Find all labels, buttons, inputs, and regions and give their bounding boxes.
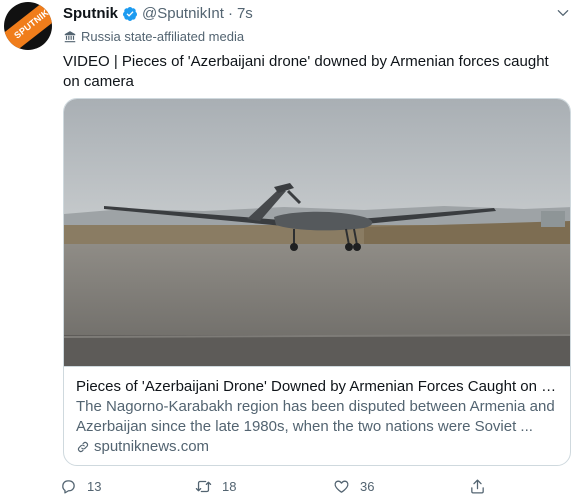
state-media-label[interactable]: Russia state-affiliated media: [63, 29, 244, 44]
tweet-header: Sputnik @SputnikInt · 7s: [63, 4, 253, 24]
retweet-button[interactable]: 18: [195, 478, 236, 495]
drone-photo: [64, 99, 570, 366]
link-card[interactable]: Pieces of 'Azerbaijani Drone' Downed by …: [63, 98, 571, 466]
user-handle[interactable]: @SputnikInt: [142, 4, 224, 24]
tweet-text: VIDEO | Pieces of 'Azerbaijani drone' do…: [63, 53, 549, 90]
card-description: The Nagorno-Karabakh region has been dis…: [76, 398, 555, 435]
caret-icon: [557, 10, 569, 16]
separator-dot: ·: [227, 5, 233, 22]
display-name[interactable]: Sputnik: [63, 4, 118, 24]
reply-button[interactable]: 13: [60, 478, 101, 495]
timestamp[interactable]: 7s: [237, 4, 253, 24]
like-count: 36: [360, 479, 375, 494]
card-title: Pieces of 'Azerbaijani Drone' Downed by …: [76, 378, 560, 395]
more-options-button[interactable]: [553, 4, 573, 22]
like-button[interactable]: 36: [333, 478, 374, 495]
link-icon: [77, 441, 89, 453]
avatar[interactable]: SPUTNIK: [4, 2, 52, 50]
card-image[interactable]: [64, 99, 570, 366]
reply-icon: [62, 480, 75, 494]
retweet-count: 18: [222, 479, 237, 494]
flag-icon: [64, 30, 76, 42]
card-domain-text: sputniknews.com: [94, 438, 210, 455]
share-button[interactable]: [469, 478, 486, 495]
reply-count: 13: [87, 479, 102, 494]
state-media-label-text: Russia state-affiliated media: [81, 29, 245, 44]
verified-icon: [123, 7, 138, 21]
retweet-icon: [195, 480, 212, 493]
tweet-actions: 13 18 36: [60, 478, 490, 498]
share-icon: [471, 479, 484, 494]
card-info[interactable]: Pieces of 'Azerbaijani Drone' Downed by …: [64, 366, 570, 465]
card-domain: sputniknews.com: [76, 437, 560, 457]
like-icon: [334, 480, 349, 493]
